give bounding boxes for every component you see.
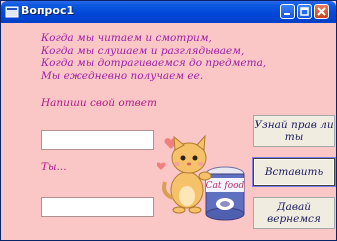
cat-food-illustration: Cat food: [157, 134, 245, 221]
riddle-line: Когда мы читаем и смотрим,: [41, 32, 212, 44]
answer-prompt: Напиши свой ответ: [41, 97, 157, 109]
riddle-line: Когда мы дотрагиваемся до предмета,: [41, 57, 267, 69]
close-button[interactable]: [314, 4, 329, 19]
riddle-line: Мы ежедневно получаем ее.: [41, 69, 204, 82]
answer-input[interactable]: [41, 130, 154, 150]
go-back-button[interactable]: Давай вернемся: [253, 197, 335, 229]
riddle-text: Когда мы читаем и смотрим, Когда мы слуш…: [41, 32, 266, 82]
app-icon: [5, 6, 19, 18]
minimize-icon: [284, 13, 290, 15]
can-label: Cat food: [206, 181, 245, 191]
close-icon: [317, 7, 326, 16]
dialog-window: Вопрос1 Когда мы читаем и смотрим, Когда…: [0, 0, 337, 241]
window-title: Вопрос1: [21, 4, 75, 17]
riddle-line: Когда мы слушаем и разглядываем,: [41, 44, 245, 57]
maximize-icon: [300, 7, 309, 16]
insert-button[interactable]: Вставить: [253, 158, 335, 186]
minimize-button[interactable]: [280, 4, 295, 19]
title-bar[interactable]: Вопрос1: [1, 1, 336, 23]
heart-icon: [157, 162, 166, 170]
result-field[interactable]: [41, 197, 154, 217]
you-label: Ты...: [41, 161, 67, 173]
check-answer-button[interactable]: Узнай прав ли ты: [253, 115, 335, 147]
maximize-button[interactable]: [297, 4, 312, 19]
